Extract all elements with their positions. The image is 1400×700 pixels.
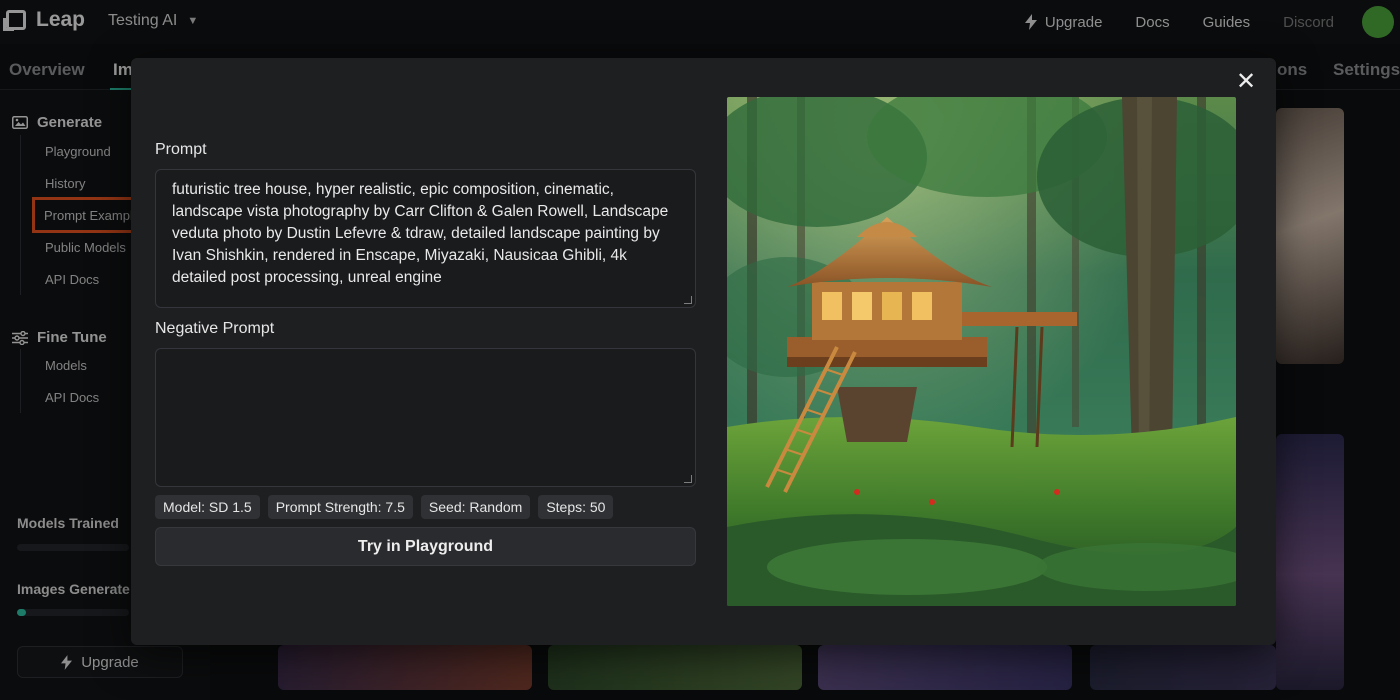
prompt-label: Prompt [155, 141, 207, 158]
prompt-textarea[interactable]: futuristic tree house, hyper realistic, … [155, 169, 696, 308]
seed-chip: Seed: Random [420, 495, 531, 519]
negative-prompt-label: Negative Prompt [155, 320, 275, 337]
negative-prompt-textarea[interactable] [155, 348, 696, 487]
steps-chip: Steps: 50 [538, 495, 614, 519]
resize-handle-icon[interactable] [684, 475, 692, 483]
prompt-example-modal: ✕ Prompt futuristic tree house, hyper re… [131, 58, 1276, 645]
try-in-playground-button[interactable]: Try in Playground [155, 527, 696, 566]
resize-handle-icon[interactable] [684, 296, 692, 304]
generated-image [727, 97, 1236, 606]
close-icon[interactable]: ✕ [1234, 70, 1258, 94]
model-chip: Model: SD 1.5 [155, 495, 260, 519]
tree-house-image [727, 97, 1236, 606]
settings-chips: Model: SD 1.5 Prompt Strength: 7.5 Seed:… [155, 495, 614, 519]
prompt-text: futuristic tree house, hyper realistic, … [172, 181, 669, 286]
prompt-strength-chip: Prompt Strength: 7.5 [267, 495, 413, 519]
